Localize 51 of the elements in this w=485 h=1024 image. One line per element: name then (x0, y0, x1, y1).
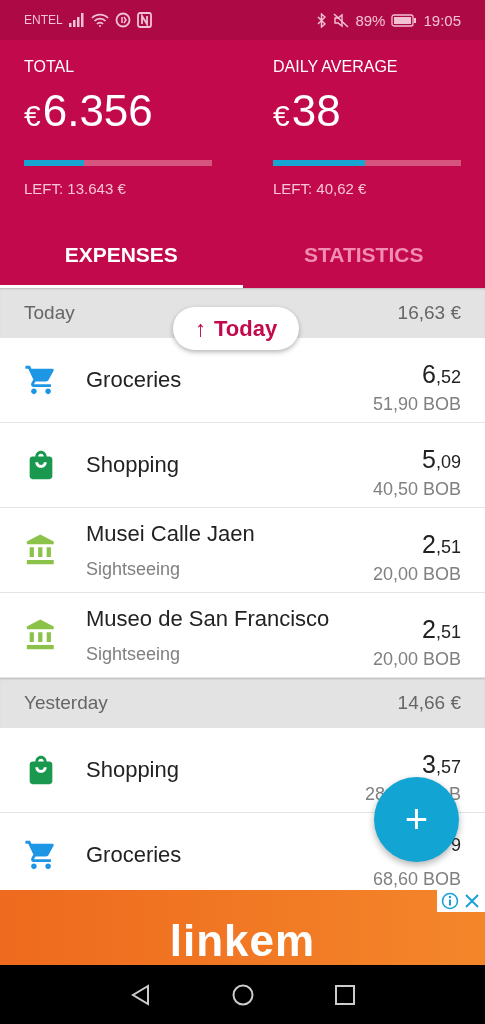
remaining-amount: LEFT: 40,62 € (273, 180, 368, 197)
ad-logo: linkem (169, 919, 316, 963)
expense-title: Museo de San Francisco (86, 605, 331, 632)
mute-icon (333, 12, 350, 28)
battery-percentage: 89% (355, 11, 386, 29)
amount-whole: 2 (422, 614, 436, 644)
expense-title: Groceries (86, 367, 183, 393)
signal-icon (68, 13, 85, 27)
group-date: Yesterday (24, 692, 108, 714)
expense-category: Sightseeing (86, 558, 182, 580)
amount-whole: 3 (422, 749, 436, 779)
group-total: 14,66 € (397, 692, 461, 714)
summary-amount: €6.356 (24, 86, 154, 136)
summary-label: DAILY AVERAGE (273, 58, 399, 76)
amount-cents: ,57 (435, 756, 461, 778)
amount-whole: 6 (422, 359, 436, 389)
amount-whole: 2 (422, 529, 436, 559)
remaining-amount: LEFT: 13.643 € (24, 180, 127, 197)
summary-amount: €38 (273, 86, 342, 136)
expense-title: Shopping (86, 452, 180, 478)
amount-cents: 9 (451, 834, 461, 856)
carrier-name: ENTEL (24, 13, 63, 27)
jump-to-today-button[interactable]: ↑ Today (173, 307, 300, 350)
expense-title: Shopping (86, 757, 180, 783)
foreign-amount: 68,60 BOB (372, 868, 461, 890)
bluetooth-icon (317, 12, 328, 28)
expense-category: Sightseeing (86, 643, 182, 665)
foreign-amount: 20,00 BOB (372, 563, 461, 585)
amount-cents: ,51 (435, 621, 461, 643)
expense-title: Musei Calle Jaen (86, 520, 256, 547)
info-icon[interactable] (441, 892, 459, 910)
amount-cents: ,51 (435, 536, 461, 558)
foreign-amount: 40,50 BOB (372, 478, 461, 500)
amount-cents: ,09 (435, 451, 461, 473)
battery-icon (391, 13, 418, 27)
clock-time: 19:05 (423, 11, 461, 29)
nfc-icon (136, 12, 152, 28)
home-icon[interactable] (232, 983, 255, 1006)
arrow-up-icon: ↑ (195, 315, 206, 342)
group-total: 16,63 € (397, 302, 461, 324)
data-saver-icon (114, 12, 131, 28)
group-date: Today (24, 302, 75, 324)
summary-label: TOTAL (24, 58, 76, 76)
close-icon[interactable] (463, 892, 481, 910)
foreign-amount: 51,90 BOB (372, 393, 461, 415)
amount-whole: 5 (422, 444, 436, 474)
foreign-amount: 20,00 BOB (372, 648, 461, 670)
wifi-icon (90, 13, 109, 27)
recents-icon[interactable] (334, 984, 355, 1005)
expense-title: Groceries (86, 842, 183, 868)
amount-cents: ,52 (435, 366, 461, 388)
